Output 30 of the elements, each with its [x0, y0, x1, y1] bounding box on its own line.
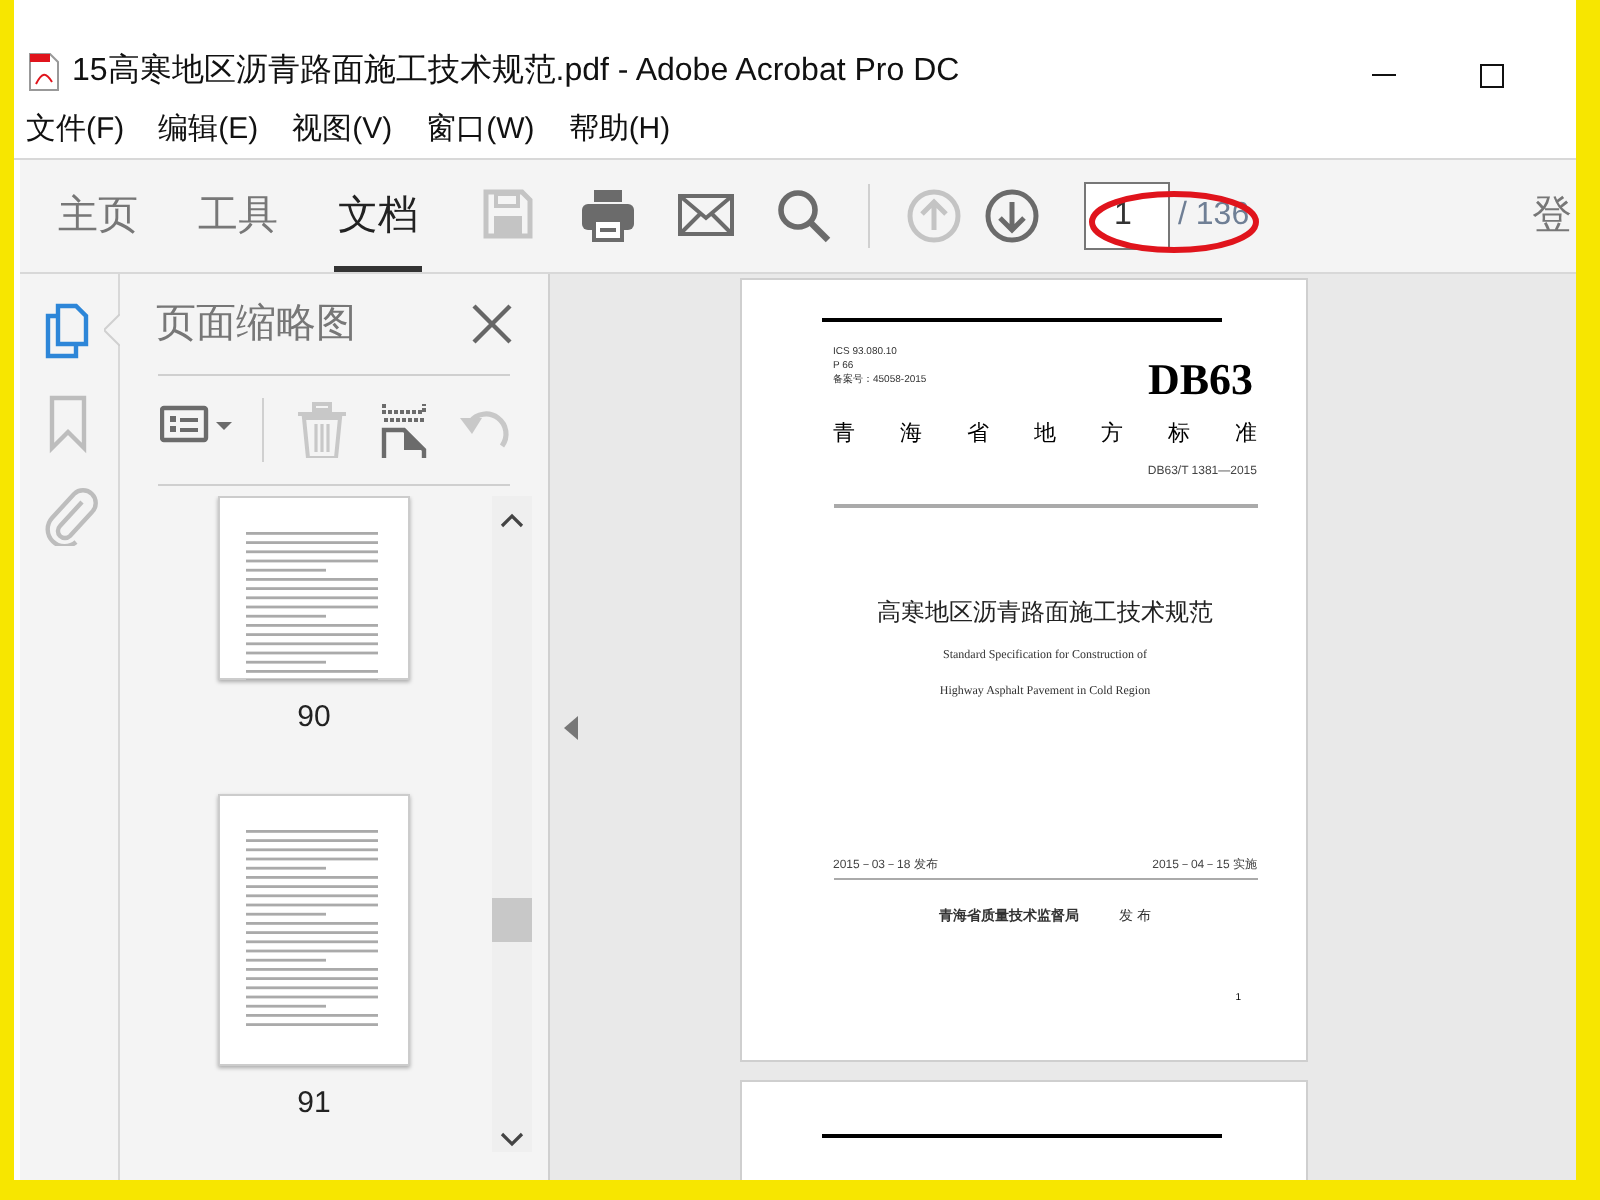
minimize-icon[interactable] [1372, 74, 1396, 78]
panel-title: 页面缩略图 [156, 300, 356, 350]
menu-item[interactable]: 帮助(H) [568, 108, 671, 154]
menu-item[interactable]: 编辑(E) [158, 108, 259, 154]
printer-icon[interactable] [580, 188, 636, 244]
menu-item[interactable]: 视图(V) [292, 108, 393, 154]
tab[interactable]: 主页 [54, 160, 142, 272]
collapse-panel-icon[interactable] [563, 715, 577, 739]
standard-type: 青 海 省 地 方 标 准 [833, 419, 1257, 450]
document-title: 高寒地区沥青路面施工技术规范 [875, 595, 1215, 629]
document-logo: DB63 [1147, 358, 1253, 402]
scrollbar-thumb[interactable] [492, 898, 532, 942]
insert-page-icon[interactable] [380, 402, 428, 458]
page-thumbnail-label: 91 [297, 1083, 331, 1123]
window-title: 15高寒地区沥青路面施工技术规范.pdf - Adobe Acrobat Pro DC [72, 51, 960, 92]
maximize-icon[interactable] [1480, 64, 1504, 88]
menu-item[interactable]: 文件(F) [26, 108, 125, 154]
page-thumbnail-drawing[interactable] [218, 793, 410, 1065]
arrow-down-icon[interactable] [984, 188, 1040, 244]
close-icon[interactable] [472, 304, 512, 344]
page-thumbnail-drawing[interactable] [218, 496, 410, 680]
pdf-file-icon [28, 52, 60, 92]
scroll-up-icon[interactable] [500, 512, 524, 528]
sign-in-link[interactable]: 登 [1532, 186, 1572, 246]
scroll-down-icon[interactable] [500, 1132, 524, 1148]
menu-item[interactable]: 窗口(W) [426, 108, 535, 154]
page-thumbnail-label: 90 [297, 698, 331, 738]
search-icon[interactable] [776, 188, 832, 244]
paperclip-icon[interactable] [41, 486, 97, 546]
tab[interactable]: 工具 [194, 160, 282, 272]
